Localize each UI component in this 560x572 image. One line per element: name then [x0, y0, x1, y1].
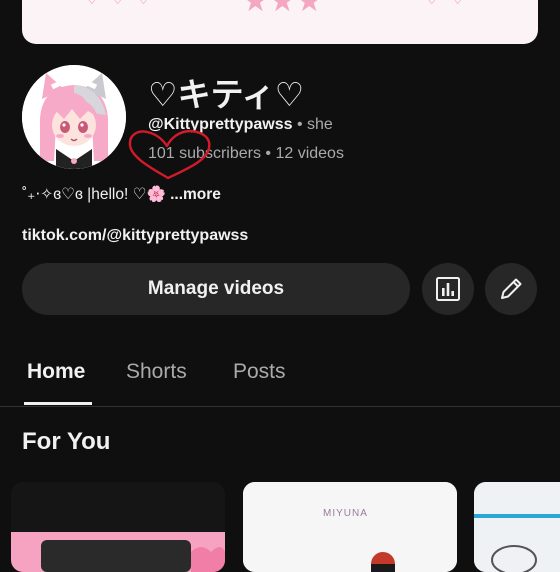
- edit-channel-button[interactable]: [485, 263, 537, 315]
- separator-dot: •: [292, 116, 308, 133]
- analytics-icon: [436, 277, 460, 301]
- pencil-icon: [501, 278, 522, 299]
- more-link[interactable]: ...more: [166, 186, 221, 203]
- video-thumbnail[interactable]: MIYUNA: [243, 482, 457, 572]
- video-thumbnail[interactable]: [11, 482, 225, 572]
- heart-decoration: ♡ ♡: [422, 0, 468, 10]
- channel-banner[interactable]: ♡ ♡ ♡ ★★★ ♡ ♡: [22, 0, 538, 44]
- channel-description[interactable]: ˚₊‧✧ɞ♡ɞ |hello! ♡🌸 ...more: [22, 185, 221, 204]
- manage-videos-button[interactable]: Manage videos: [22, 263, 410, 315]
- star-decoration: ★★★: [242, 0, 323, 18]
- section-title-for-you: For You: [22, 428, 111, 455]
- thumbnail-artwork: [11, 532, 225, 572]
- video-count: 12 videos: [275, 145, 344, 162]
- channel-avatar[interactable]: [22, 65, 126, 169]
- tab-shorts[interactable]: Shorts: [126, 360, 187, 384]
- thumbnail-artwork: [243, 482, 457, 572]
- channel-name: ♡キティ♡: [148, 76, 305, 113]
- thumbnail-artwork: [474, 482, 560, 572]
- thumbnail-caption: MIYUNA: [323, 508, 368, 519]
- heart-decoration: ♡ ♡ ♡: [82, 0, 153, 10]
- tab-home[interactable]: Home: [27, 360, 85, 384]
- analytics-button[interactable]: [422, 263, 474, 315]
- separator-dot: •: [260, 145, 276, 162]
- channel-tabs: Home Shorts Posts: [0, 352, 560, 407]
- bio-text: ˚₊‧✧ɞ♡ɞ |hello! ♡🌸: [22, 186, 166, 203]
- heart-annotation-icon: [128, 129, 211, 180]
- video-thumbnail[interactable]: [474, 482, 560, 572]
- avatar-illustration: [22, 65, 126, 169]
- external-link[interactable]: tiktok.com/@kittyprettypawss: [22, 227, 248, 245]
- pronouns: she: [307, 116, 333, 133]
- active-tab-indicator: [24, 402, 92, 405]
- tab-posts[interactable]: Posts: [233, 360, 286, 384]
